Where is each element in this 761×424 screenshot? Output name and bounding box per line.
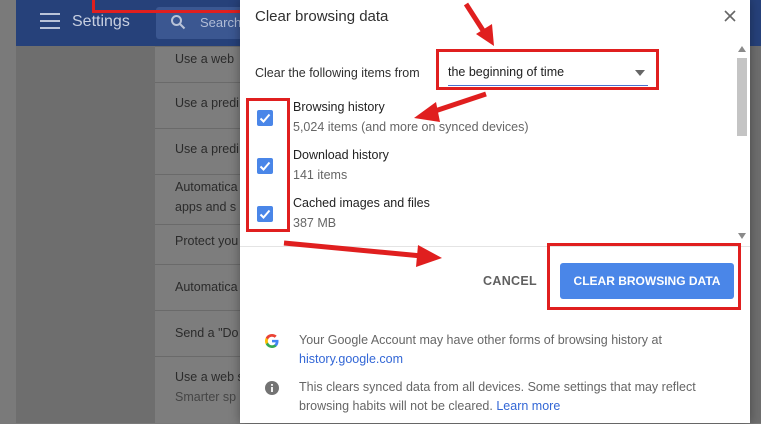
annotation-arrow-icon bbox=[463, 2, 494, 46]
annotation-arrows bbox=[283, 2, 494, 267]
annotation-arrow-icon bbox=[283, 240, 442, 267]
annotation-arrow-icon bbox=[414, 91, 487, 122]
